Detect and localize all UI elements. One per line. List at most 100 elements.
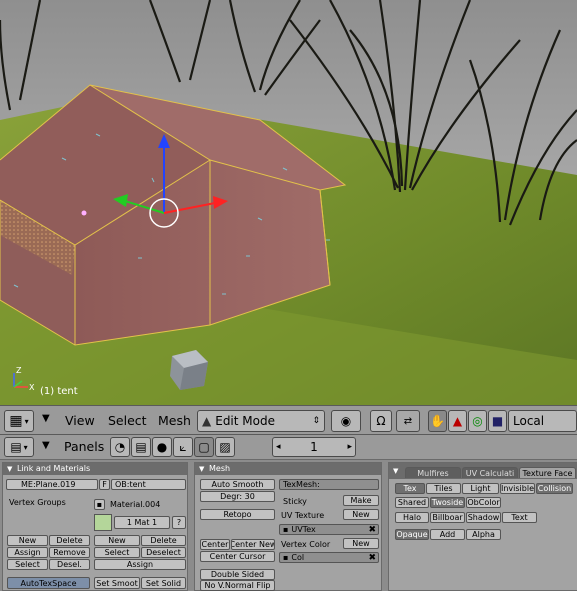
uv-texture-label: UV Texture	[281, 511, 325, 520]
twoside-toggle[interactable]: Twoside	[430, 497, 465, 508]
material-new-button[interactable]: New	[94, 535, 140, 546]
auto-smooth-toggle[interactable]: Auto Smooth	[200, 479, 275, 490]
mesh-datablock-field[interactable]: ME:Plane.019	[6, 479, 98, 490]
view3d-header: ▦ ▾ ▼ View Select Mesh ▲ Edit Mode ⇕ ◉ Ω …	[0, 405, 577, 435]
orientation-select[interactable]: Local	[508, 410, 577, 432]
tab-multires[interactable]: Mulfires	[405, 467, 461, 478]
halo-toggle[interactable]: Halo	[395, 512, 429, 523]
collapse-triangle-icon[interactable]: ▼	[42, 413, 50, 424]
tab-texture-face[interactable]: Texture Face	[519, 467, 576, 478]
translate-manip-button[interactable]: ▲	[448, 410, 467, 432]
pacman-icon: ◔	[114, 440, 126, 454]
center-button[interactable]: Center	[200, 539, 230, 550]
degr-field[interactable]: Degr: 30	[200, 491, 275, 502]
material-select-button[interactable]: Select	[94, 547, 140, 558]
object-context-button[interactable]: ⟀	[173, 437, 193, 457]
script-icon: ▤	[135, 440, 147, 454]
obcolor-toggle[interactable]: ObColor	[466, 497, 501, 508]
buttons-editor-type[interactable]: ▤ ▾	[4, 437, 34, 457]
scene-render: Z X	[0, 0, 577, 405]
orientation-label: Local	[513, 414, 545, 428]
browse-icon: ▪	[96, 500, 103, 509]
frame-counter[interactable]: ◂ 1 ▸	[272, 437, 356, 457]
double-sided-toggle[interactable]: Double Sided	[200, 569, 275, 580]
mode-label: Edit Mode	[215, 414, 275, 428]
material-assign-button[interactable]: Assign	[94, 559, 186, 570]
panel-title[interactable]: ▼ Link and Materials	[3, 463, 187, 475]
mesh-name: ME:Plane.019	[21, 480, 76, 489]
scene-context-button[interactable]: ▨	[215, 437, 235, 457]
fake-user-button[interactable]: F	[99, 479, 110, 490]
collapse-icon[interactable]: ▼	[393, 465, 398, 477]
delete-x-icon[interactable]: ✖	[368, 553, 376, 562]
panel-title[interactable]: ▼ Mesh	[195, 463, 381, 475]
retopo-toggle[interactable]: Retopo	[200, 509, 275, 520]
shadow-toggle[interactable]: Shadow	[466, 512, 501, 523]
mat-index-value: 1 Mat 1	[126, 518, 158, 527]
material-delete-button[interactable]: Delete	[141, 535, 186, 546]
uv-texture-new-button[interactable]: New	[343, 509, 379, 520]
set-solid-button[interactable]: Set Solid	[141, 577, 186, 589]
snap-button[interactable]: ⇄	[396, 410, 420, 432]
collapse-icon: ▼	[199, 465, 205, 473]
tex-toggle[interactable]: Tex	[395, 483, 425, 494]
vertex-color-new-button[interactable]: New	[343, 538, 379, 549]
collision-toggle[interactable]: Collision	[536, 483, 573, 494]
proportional-edit-button[interactable]: Ω	[370, 410, 392, 432]
vgroup-delete-button[interactable]: Delete	[49, 535, 90, 546]
sticky-make-button[interactable]: Make	[343, 495, 379, 506]
add-toggle[interactable]: Add	[430, 529, 465, 540]
3d-viewport[interactable]: Z X (1) tent	[0, 0, 577, 405]
mode-select[interactable]: ▲ Edit Mode ⇕	[197, 410, 325, 432]
pivot-select[interactable]: ◉	[331, 410, 361, 432]
material-index-field[interactable]: 1 Mat 1	[114, 516, 170, 529]
center-cursor-button[interactable]: Center Cursor	[200, 551, 275, 562]
magnet-icon: Ω	[376, 414, 386, 428]
material-help-button[interactable]: ?	[172, 516, 186, 529]
opaque-toggle[interactable]: Opaque	[395, 529, 429, 540]
scale-manip-button[interactable]: ■	[488, 410, 507, 432]
editor-type-button[interactable]: ▦ ▾	[4, 410, 34, 432]
vgroup-deselect-button[interactable]: Desel.	[49, 559, 90, 570]
tab-uv-calculation[interactable]: UV Calculati	[462, 467, 518, 478]
collapse-triangle-icon[interactable]: ▼	[42, 440, 50, 451]
menu-select[interactable]: Select	[108, 413, 147, 428]
frame-value: 1	[310, 440, 318, 454]
material-browse-button[interactable]: ▪	[94, 499, 105, 510]
logic-context-button[interactable]: ◔	[110, 437, 130, 457]
axis-icon: ⟀	[179, 439, 187, 454]
alpha-toggle[interactable]: Alpha	[466, 529, 501, 540]
col-layer-row[interactable]: ▪ Col ✖	[279, 552, 379, 563]
autotexspace-toggle[interactable]: AutoTexSpace	[7, 577, 90, 589]
material-color-swatch[interactable]	[94, 514, 112, 531]
center-new-button[interactable]: Center New	[231, 539, 275, 550]
editing-context-button[interactable]: ▢	[194, 437, 214, 457]
text-toggle[interactable]: Text	[502, 512, 537, 523]
vgroup-select-button[interactable]: Select	[7, 559, 48, 570]
vgroup-new-button[interactable]: New	[7, 535, 48, 546]
vgroup-remove-button[interactable]: Remove	[49, 547, 90, 558]
material-deselect-button[interactable]: Deselect	[141, 547, 186, 558]
tiles-toggle[interactable]: Tiles	[426, 483, 461, 494]
menu-view[interactable]: View	[65, 413, 95, 428]
manipulator-toggle[interactable]: ✋	[428, 410, 447, 432]
light-toggle[interactable]: Light	[462, 483, 499, 494]
uvtex-layer-row[interactable]: ▪ UVTex ✖	[279, 524, 379, 535]
set-smooth-button[interactable]: Set Smoot	[94, 577, 140, 589]
script-context-button[interactable]: ▤	[131, 437, 151, 457]
menu-mesh[interactable]: Mesh	[158, 413, 191, 428]
billboard-toggle[interactable]: Billboar	[430, 512, 465, 523]
ring-icon: ◎	[472, 414, 483, 428]
shared-toggle[interactable]: Shared	[395, 497, 429, 508]
invisible-toggle[interactable]: Invisible	[500, 483, 535, 494]
uvtex-name: UVTex	[291, 525, 316, 534]
shading-context-button[interactable]: ●	[152, 437, 172, 457]
texmesh-field[interactable]: TexMesh:	[279, 479, 379, 490]
rotate-manip-button[interactable]: ◎	[468, 410, 487, 432]
no-vnormal-flip-toggle[interactable]: No V.Normal Flip	[200, 580, 275, 591]
vgroup-assign-button[interactable]: Assign	[7, 547, 48, 558]
delete-x-icon[interactable]: ✖	[368, 525, 376, 534]
object-name-field[interactable]: OB:tent	[111, 479, 186, 490]
pivot-icon: ◉	[340, 414, 352, 428]
edit-mode-icon: ▲	[202, 414, 212, 428]
